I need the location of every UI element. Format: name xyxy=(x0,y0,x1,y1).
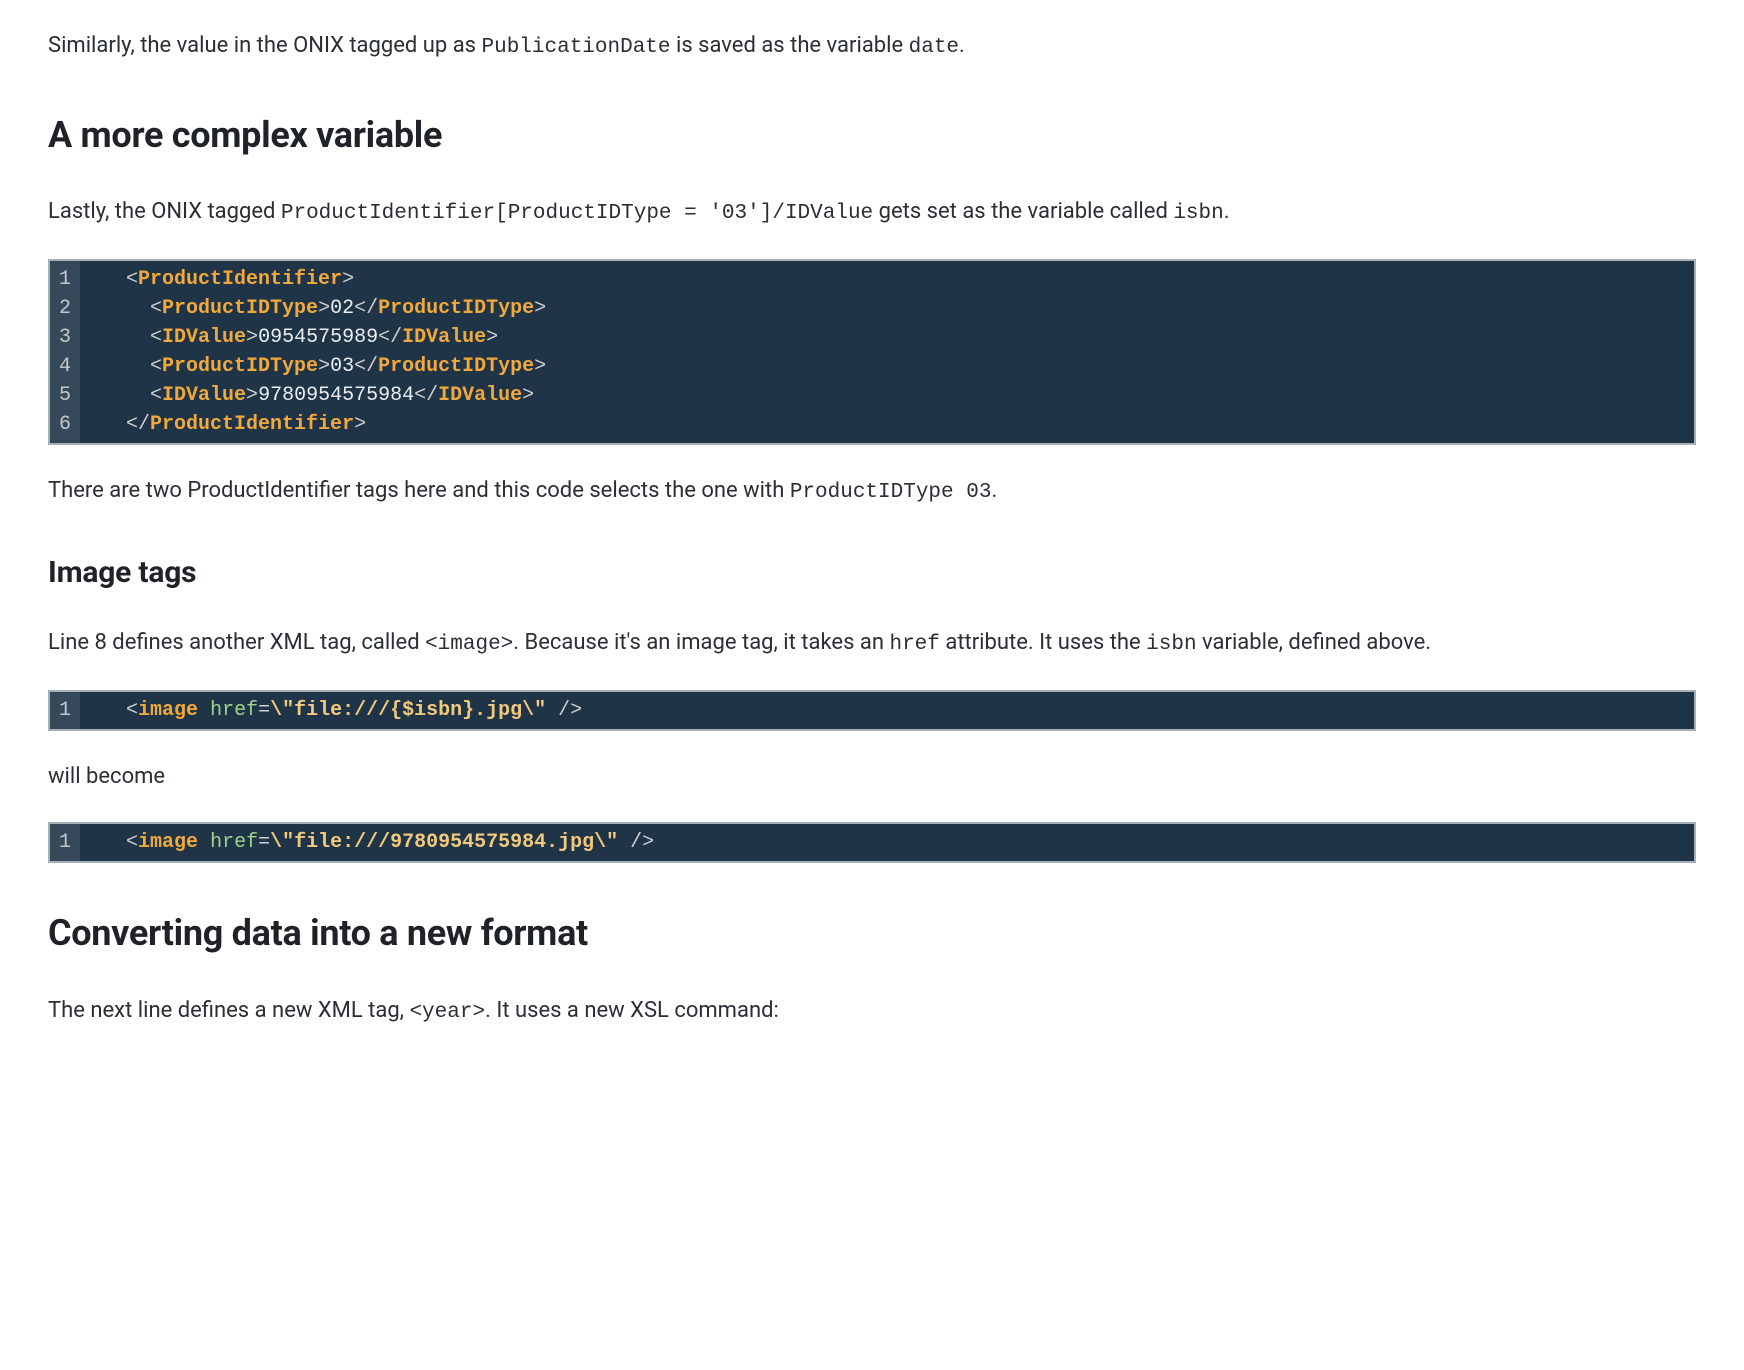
heading-image-tags: Image tags xyxy=(48,549,1696,597)
code-body[interactable]: <ProductIdentifier> <ProductIDType>02</P… xyxy=(80,261,1694,443)
article-body: Similarly, the value in the ONIX tagged … xyxy=(48,28,1696,1029)
text: The next line defines a new XML tag, xyxy=(48,998,409,1023)
heading-complex-variable: A more complex variable xyxy=(48,107,1696,165)
line-number-gutter: 123456 xyxy=(50,261,80,443)
inline-code-isbn: isbn xyxy=(1173,202,1223,225)
will-become-text: will become xyxy=(48,759,1696,794)
line-number-gutter: 1 xyxy=(50,824,80,861)
text: . Because it's an image tag, it takes an xyxy=(513,630,889,655)
complex-variable-paragraph: Lastly, the ONIX tagged ProductIdentifie… xyxy=(48,194,1696,231)
intro-paragraph: Similarly, the value in the ONIX tagged … xyxy=(48,28,1696,65)
converting-data-paragraph: The next line defines a new XML tag, <ye… xyxy=(48,993,1696,1030)
text: . xyxy=(959,33,965,58)
inline-code-isbn2: isbn xyxy=(1146,633,1196,656)
code-block-productidentifier: 123456 <ProductIdentifier> <ProductIDTyp… xyxy=(48,259,1696,445)
text: . xyxy=(991,478,997,503)
line-number-gutter: 1 xyxy=(50,692,80,729)
text: Similarly, the value in the ONIX tagged … xyxy=(48,33,481,58)
text: . It uses a new XSL command: xyxy=(485,998,779,1023)
text: . xyxy=(1224,199,1230,224)
inline-code-image-tag: <image> xyxy=(425,633,513,656)
text: Line 8 defines another XML tag, called xyxy=(48,630,425,655)
code-body[interactable]: <image href=\"file:///9780954575984.jpg\… xyxy=(80,824,1694,861)
text: There are two ProductIdentifier tags her… xyxy=(48,478,790,503)
image-tags-paragraph: Line 8 defines another XML tag, called <… xyxy=(48,625,1696,662)
code-body[interactable]: <image href=\"file:///{$isbn}.jpg\" /> xyxy=(80,692,1694,729)
code-block-image-template: 1 <image href=\"file:///{$isbn}.jpg\" /> xyxy=(48,690,1696,731)
inline-code-publicationdate: PublicationDate xyxy=(481,36,670,59)
productidentifier-explain: There are two ProductIdentifier tags her… xyxy=(48,473,1696,510)
inline-code-productidtype03: ProductIDType 03 xyxy=(790,481,992,504)
text: variable, defined above. xyxy=(1197,630,1431,655)
inline-code-year-tag: <year> xyxy=(409,1001,485,1024)
text: Lastly, the ONIX tagged xyxy=(48,199,281,224)
text: gets set as the variable called xyxy=(873,199,1173,224)
inline-code-date: date xyxy=(909,36,959,59)
inline-code-href: href xyxy=(889,633,939,656)
text: attribute. It uses the xyxy=(940,630,1146,655)
heading-converting-data: Converting data into a new format xyxy=(48,905,1696,963)
text: is saved as the variable xyxy=(671,33,909,58)
code-block-image-resolved: 1 <image href=\"file:///9780954575984.jp… xyxy=(48,822,1696,863)
inline-code-productidentifier-path: ProductIdentifier[ProductIDType = '03']/… xyxy=(281,202,873,225)
